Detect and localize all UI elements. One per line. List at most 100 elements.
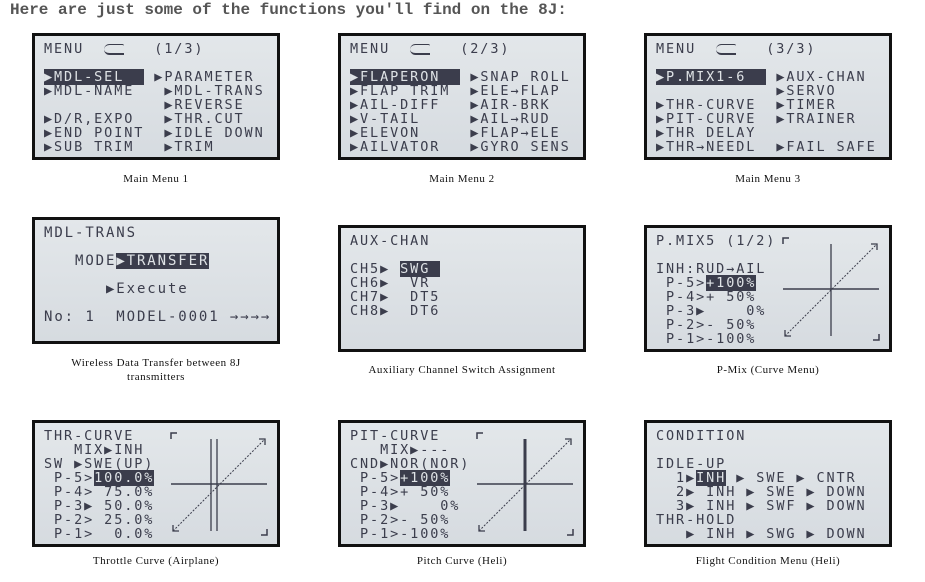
lcd-line: ▶REVERSE (44, 98, 277, 112)
lcd-line: ▶PIT-CURVE ▶TRAINER (656, 112, 889, 126)
lcd-text: ▶SUB TRIM ▶TRIM (44, 139, 215, 155)
lcd-line: MODE▶TRANSFER (44, 253, 277, 269)
lcd-text: MENU (44, 41, 105, 57)
lcd-line: No: 1 MODEL-0001 →→→→ (44, 310, 277, 324)
lcd-text: CH8▶ DT6 (350, 303, 441, 319)
lcd-display: P.MIX5 (1/2) INH:RUD→AIL P-5>+100% P-4>+ … (647, 228, 889, 349)
lcd-screen: MENU (1/3) ▶MDL-SEL ▶PARAMETER ▶MDL-NAME ▶… (32, 33, 280, 160)
lcd-line (44, 56, 277, 70)
lcd-line: ▶THR-CURVE ▶TIMER (656, 98, 889, 112)
lcd-line: MDL-TRANS (44, 226, 277, 240)
lcd-line: ▶THR→NEEDL ▶FAIL SAFE (656, 140, 889, 154)
lcd-line: ▶MDL-NAME ▶MDL-TRANS (44, 84, 277, 98)
lcd-line: 1▶INH ▶ SWE ▶ CNTR (656, 470, 889, 486)
lcd-text: No: 1 MODEL-0001 →→→→ (44, 309, 272, 325)
lcd-line (44, 268, 277, 282)
lcd-text: CONDITION (656, 428, 747, 444)
lcd-line: MENU (2/3) (350, 42, 583, 56)
lcd-line: 3▶ INH ▶ SWF ▶ DOWN (656, 499, 889, 513)
curve-graph (782, 237, 880, 341)
lcd-line: AUX-CHAN (350, 234, 583, 248)
lcd-display: MDL-TRANS MODE▶TRANSFER ▶Execute No: 1 MO… (35, 220, 277, 341)
lcd-line (350, 248, 583, 262)
lcd-display: AUX-CHAN CH5▶ SWG CH6▶ VR CH7▶ DT5 CH8▶ DT6 (341, 228, 583, 349)
lcd-line: CH6▶ VR (350, 276, 583, 290)
lcd-line: MENU (1/3) (44, 42, 277, 56)
lcd-text: (1/3) (124, 41, 205, 57)
lcd-line (350, 56, 583, 70)
lcd-line: IDLE-UP (656, 457, 889, 471)
lcd-line: CH5▶ SWG (350, 261, 583, 277)
lcd-display: PIT-CURVE MIX▶--- CND▶NOR(NOR) P-5>+100% … (341, 423, 583, 544)
lcd-text: P-1>-100% (350, 526, 451, 542)
screen-caption: Flight Condition Menu (Heli) (695, 555, 841, 567)
lcd-display: CONDITION IDLE-UP 1▶INH ▶ SWE ▶ CNTR 2▶ I… (647, 423, 889, 544)
lcd-line: ▶P.MIX1-6 ▶AUX-CHAN (656, 69, 889, 85)
lcd-line: ▶MDL-SEL ▶PARAMETER (44, 69, 277, 85)
lcd-display: MENU (3/3) ▶P.MIX1-6 ▶AUX-CHAN ▶SERVO ▶THR… (647, 36, 889, 157)
screen-caption: Throttle Curve (Airplane) (92, 555, 220, 567)
lcd-screen: P.MIX5 (1/2) INH:RUD→AIL P-5>+100% P-4>+ … (644, 225, 892, 352)
lcd-display: THR-CURVE MIX▶INH SW ▶SWE(UP) P-5>100.0% … (35, 423, 277, 544)
screen-caption: Wireless Data Transfer between 8J transm… (71, 357, 241, 383)
screen-caption: Main Menu 1 (123, 173, 189, 185)
lcd-text: P.MIX5 (1/2) (656, 233, 777, 249)
lcd-line: CH7▶ DT5 (350, 290, 583, 304)
lcd-line: ▶Execute (44, 282, 277, 296)
airplane-icon (716, 43, 737, 55)
lcd-text: MDL-TRANS (44, 225, 137, 241)
curve-graph (476, 432, 574, 536)
lcd-line (44, 240, 277, 254)
airplane-icon (410, 43, 431, 55)
lcd-text: P-1> 0.0% (44, 526, 155, 542)
lcd-line: CH8▶ DT6 (350, 304, 583, 318)
lcd-screen: AUX-CHAN CH5▶ SWG CH6▶ VR CH7▶ DT5 CH8▶ DT6 (338, 225, 586, 352)
lcd-display: MENU (2/3) ▶FLAPERON ▶SNAP ROLL ▶FLAP TRIM… (341, 36, 583, 157)
lcd-line: CONDITION (656, 429, 889, 443)
lcd-screen: MENU (2/3) ▶FLAPERON ▶SNAP ROLL ▶FLAP TRIM… (338, 33, 586, 160)
airplane-icon (104, 43, 125, 55)
screen-caption: Auxiliary Channel Switch Assignment (368, 364, 556, 376)
lcd-line (656, 56, 889, 70)
lcd-screen: MENU (3/3) ▶P.MIX1-6 ▶AUX-CHAN ▶SERVO ▶THR… (644, 33, 892, 160)
screen-caption: P-Mix (Curve Menu) (716, 364, 820, 376)
lcd-line: ▶D/R,EXPO ▶THR.CUT (44, 112, 277, 126)
lcd-line: ▶SUB TRIM ▶TRIM (44, 140, 277, 154)
lcd-text: ▶ INH ▶ SWG ▶ DOWN (656, 526, 867, 542)
lcd-text: ▶THR→NEEDL ▶FAIL SAFE (656, 139, 877, 155)
lcd-line: ▶ INH ▶ SWG ▶ DOWN (656, 527, 889, 541)
lcd-screen: MDL-TRANS MODE▶TRANSFER ▶Execute No: 1 MO… (32, 217, 280, 344)
lcd-line: ▶V-TAIL ▶AIL→RUD (350, 112, 583, 126)
lcd-text: MENU (656, 41, 717, 57)
lcd-text: AUX-CHAN (350, 233, 431, 249)
lcd-screen: PIT-CURVE MIX▶--- CND▶NOR(NOR) P-5>+100% … (338, 420, 586, 547)
lcd-line: ▶ELEVON ▶FLAP→ELE (350, 126, 583, 140)
lcd-line (44, 296, 277, 310)
screen-caption: Main Menu 3 (735, 173, 801, 185)
lcd-line: ▶FLAP TRIM ▶ELE→FLAP (350, 84, 583, 98)
lcd-line: 2▶ INH ▶ SWE ▶ DOWN (656, 485, 889, 499)
lcd-line: ▶END POINT ▶IDLE DOWN (44, 126, 277, 140)
lcd-text: (3/3) (736, 41, 817, 57)
lcd-line: ▶AILVATOR ▶GYRO SENS (350, 140, 583, 154)
screen-caption: Main Menu 2 (429, 173, 495, 185)
lcd-line: ▶THR DELAY (656, 126, 889, 140)
lcd-line: THR-HOLD (656, 513, 889, 527)
lcd-line: ▶AIL-DIFF ▶AIR-BRK (350, 98, 583, 112)
lcd-text: P-1>-100% (656, 331, 757, 347)
lcd-text: MODE (44, 253, 117, 269)
screen-caption: Pitch Curve (Heli) (416, 555, 508, 567)
lcd-text: (2/3) (430, 41, 511, 57)
selected-item: ▶TRANSFER (116, 253, 210, 269)
lcd-text: ▶Execute (44, 281, 189, 297)
headline: Here are just some of the functions you'… (10, 1, 567, 19)
lcd-line: ▶SERVO (656, 84, 889, 98)
lcd-line: ▶FLAPERON ▶SNAP ROLL (350, 69, 583, 85)
lcd-screen: THR-CURVE MIX▶INH SW ▶SWE(UP) P-5>100.0% … (32, 420, 280, 547)
lcd-line (656, 443, 889, 457)
lcd-display: MENU (1/3) ▶MDL-SEL ▶PARAMETER ▶MDL-NAME ▶… (35, 36, 277, 157)
lcd-text: MENU (350, 41, 411, 57)
lcd-text: ▶AILVATOR ▶GYRO SENS (350, 139, 571, 155)
curve-graph (170, 432, 268, 536)
lcd-screen: CONDITION IDLE-UP 1▶INH ▶ SWE ▶ CNTR 2▶ I… (644, 420, 892, 547)
